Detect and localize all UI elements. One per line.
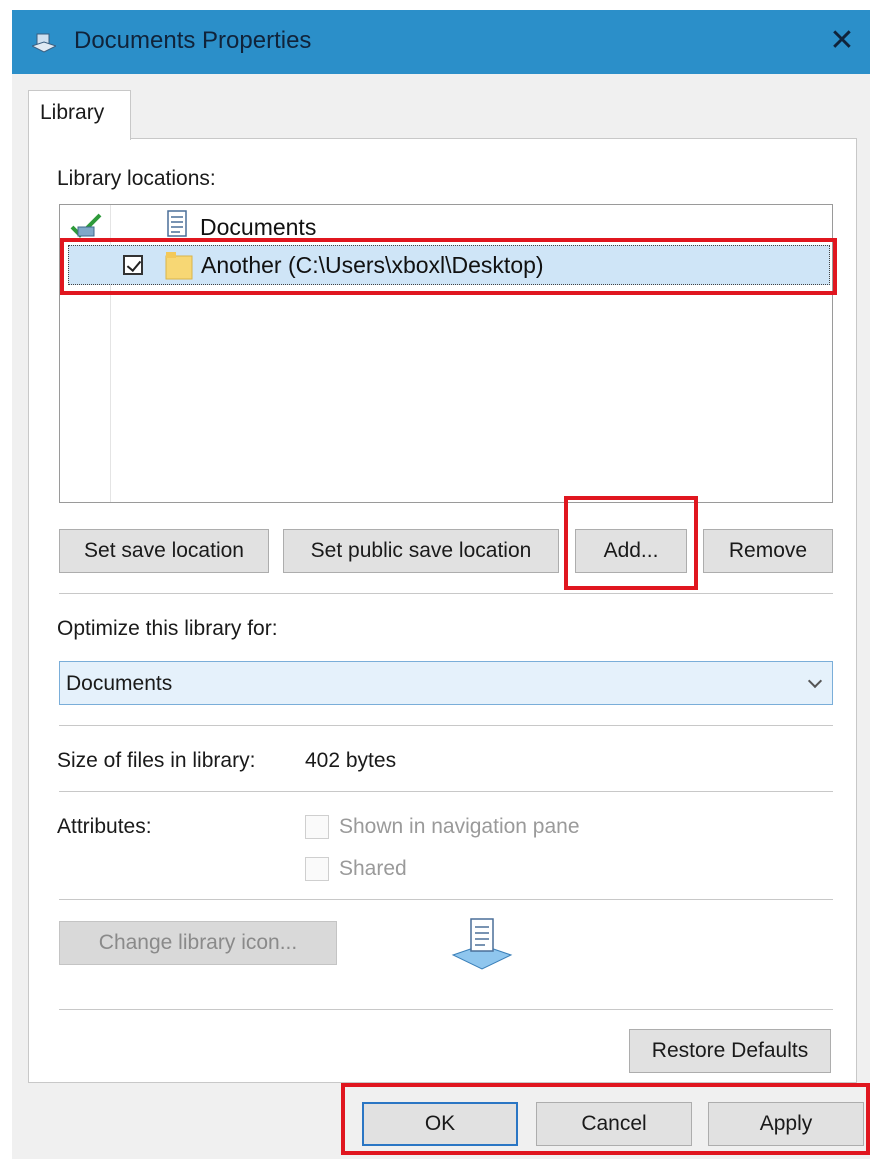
list-item[interactable]: Documents	[60, 207, 832, 245]
chevron-down-icon	[807, 673, 823, 689]
divider	[59, 593, 833, 594]
shown-in-navigation-label: Shown in navigation pane	[339, 815, 580, 838]
tab-library[interactable]: Library	[28, 90, 131, 140]
window-title: Documents Properties	[74, 27, 312, 54]
title-bar: Documents Properties ✕	[12, 10, 870, 74]
optimize-selected-value: Documents	[66, 672, 173, 695]
library-preview-icon	[451, 918, 513, 970]
documents-library-icon	[167, 210, 187, 237]
size-label: Size of files in library:	[57, 749, 256, 772]
divider	[59, 899, 833, 900]
library-locations-label: Library locations:	[57, 167, 216, 190]
library-documents-icon	[32, 33, 56, 53]
default-save-location-icon	[70, 213, 102, 238]
divider	[59, 1009, 833, 1010]
folder-icon	[165, 252, 193, 280]
shared-label: Shared	[339, 857, 407, 880]
add-button[interactable]: Add...	[575, 529, 687, 573]
shown-in-navigation-checkbox[interactable]	[305, 815, 329, 839]
library-locations-list[interactable]: Documents Another (C:\Users\xboxl\Deskto…	[59, 204, 833, 503]
optimize-label: Optimize this library for:	[57, 617, 278, 640]
size-value: 402 bytes	[305, 749, 397, 772]
set-public-save-location-button[interactable]: Set public save location	[283, 529, 559, 573]
shared-checkbox[interactable]	[305, 857, 329, 881]
apply-button[interactable]: Apply	[708, 1102, 864, 1146]
list-item-label: Another (C:\Users\xboxl\Desktop)	[201, 252, 544, 278]
location-checkbox[interactable]	[123, 255, 143, 275]
optimize-select[interactable]: Documents	[59, 661, 833, 705]
ok-button[interactable]: OK	[362, 1102, 518, 1146]
attributes-label: Attributes:	[57, 815, 152, 838]
divider	[59, 725, 833, 726]
list-item-label: Documents	[200, 214, 317, 240]
set-save-location-button[interactable]: Set save location	[59, 529, 269, 573]
cancel-button[interactable]: Cancel	[536, 1102, 692, 1146]
restore-defaults-button[interactable]: Restore Defaults	[629, 1029, 831, 1073]
change-library-icon-button[interactable]: Change library icon...	[59, 921, 337, 965]
close-button[interactable]: ✕	[814, 10, 870, 74]
list-item-selected[interactable]: Another (C:\Users\xboxl\Desktop)	[68, 245, 830, 285]
properties-dialog: Documents Properties ✕ Library Library l…	[12, 10, 870, 1159]
divider	[59, 791, 833, 792]
remove-button[interactable]: Remove	[703, 529, 833, 573]
library-panel: Library locations: Documents Another (C:…	[28, 138, 857, 1083]
